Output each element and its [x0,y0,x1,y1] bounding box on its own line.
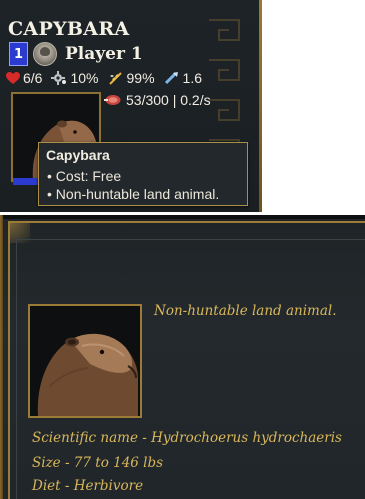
unit-tooltip: Capybara • Cost: Free • Non-huntable lan… [38,142,248,206]
food-value: 53/300 | 0.2/s [126,92,211,108]
panel-inner-top-border [8,221,365,223]
unit-large-portrait [28,304,142,418]
capybara-large-image [30,306,140,416]
unit-stats: 6/6 10% 99% 1.6 [6,70,211,86]
panel-corner-ornament [10,223,30,243]
health-value: 6/6 [23,70,43,86]
player-row: 1 Player 1 [9,42,143,66]
panel-border [259,0,262,212]
scientific-name: Scientific name - Hydrochoerus hydrochae… [32,430,342,446]
food-stat: 53/300 | 0.2/s [104,92,211,108]
unit-description: Non-huntable land animal. [154,303,337,319]
panel-inner-rule [16,239,365,240]
panel-left-border [0,215,3,499]
player-name: Player 1 [65,44,143,64]
wheat-icon [108,72,122,85]
player-avatar-icon[interactable] [33,42,57,66]
tooltip-note: • Non-huntable land animal. [47,186,220,202]
panel-inner-left-border [8,221,10,499]
tooltip-cost: • Cost: Free [47,168,122,184]
size-info: Size - 77 to 146 lbs [32,455,164,471]
stat-4: 1.6 [164,70,202,86]
tooltip-title: Capybara [46,147,110,163]
health-stat: 6/6 [6,70,42,86]
stat-2: 10% [51,70,99,86]
unit-selection-panel: CAPYBARA 1 Player 1 6/6 10% 99% 1.6 53/3… [0,0,262,212]
gear-icon [51,71,67,85]
diet-info: Diet - Herbivore [32,478,144,494]
meat-icon [104,95,121,105]
stat-3: 99% [108,70,155,86]
speed-icon [164,71,178,85]
unit-title: CAPYBARA [8,18,130,40]
panel-inner-rule-left [16,239,17,499]
stat-4-value: 1.6 [182,70,202,86]
stat-3-value: 99% [126,70,155,86]
heart-icon [6,71,20,84]
unit-info-panel: Non-huntable land animal. Scientific nam… [0,215,365,499]
stat-2-value: 10% [70,70,99,86]
panel-top-edge [0,215,365,219]
unit-health-bar [13,178,41,185]
player-number-badge[interactable]: 1 [9,42,28,66]
